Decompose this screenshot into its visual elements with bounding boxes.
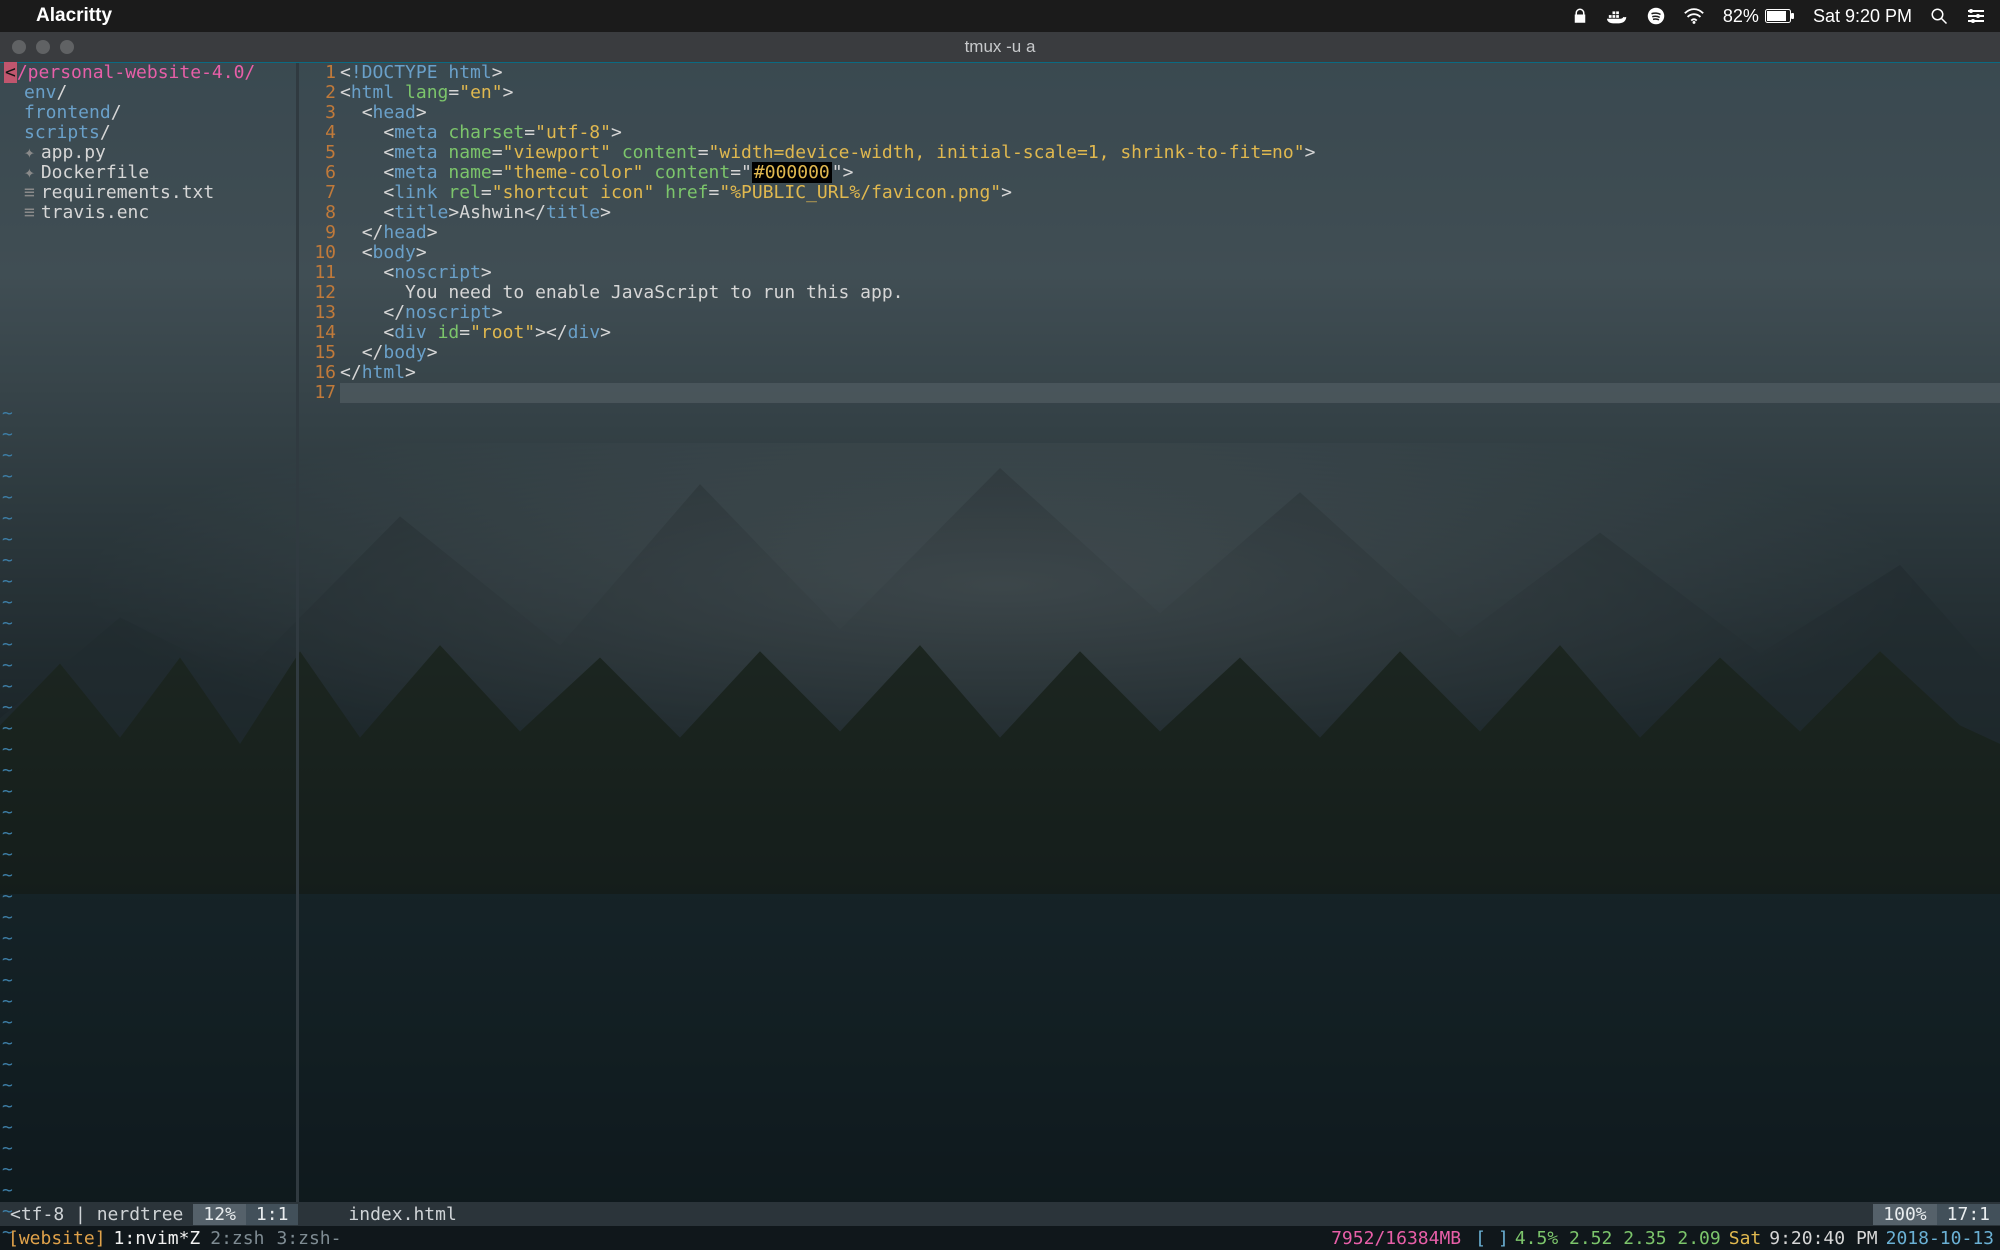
tree-file-travis.enc[interactable]: ≡travis.enc — [4, 203, 296, 223]
spotlight-icon[interactable] — [1930, 7, 1948, 25]
line-number: 17 — [300, 383, 336, 403]
tree-dir-env[interactable]: env/ — [4, 83, 296, 103]
tmux-cpu-load: 4.5% 2.52 2.35 2.09 — [1515, 1228, 1729, 1249]
lock-icon[interactable] — [1571, 7, 1589, 25]
code-line[interactable]: <link rel="shortcut icon" href="%PUBLIC_… — [340, 183, 2000, 203]
tree-dir-scripts[interactable]: scripts/ — [4, 123, 296, 143]
terminal[interactable]: </personal-website-4.0/env/frontend/scri… — [0, 62, 2000, 1250]
line-number: 6 — [300, 163, 336, 183]
line-number: 9 — [300, 223, 336, 243]
tree-file-requirements.txt[interactable]: ≡requirements.txt — [4, 183, 296, 203]
code-line[interactable]: </head> — [340, 223, 2000, 243]
code-line[interactable]: <meta charset="utf-8"> — [340, 123, 2000, 143]
tmux-session[interactable]: [website] — [0, 1228, 114, 1249]
docker-icon[interactable] — [1607, 7, 1629, 25]
status-encoding: <tf-8 | nerdtree — [0, 1204, 193, 1225]
battery-percent: 82% — [1723, 6, 1759, 27]
file-tree[interactable]: </personal-website-4.0/env/frontend/scri… — [0, 63, 300, 1202]
line-number: 8 — [300, 203, 336, 223]
editor-code-area[interactable]: <!DOCTYPE html><html lang="en"> <head> <… — [340, 63, 2000, 1202]
battery-indicator[interactable]: 82% — [1723, 6, 1795, 27]
tmux-date: 2018-10-13 — [1886, 1228, 2000, 1249]
status-percent-right: 100% — [1873, 1204, 1936, 1225]
code-line[interactable]: <html lang="en"> — [340, 83, 2000, 103]
tmux-window-3[interactable]: 3:zsh- — [276, 1228, 353, 1249]
code-line[interactable]: <meta name="theme-color" content="#00000… — [340, 163, 2000, 183]
bracket-open: [ — [1469, 1228, 1492, 1249]
code-line[interactable]: <head> — [340, 103, 2000, 123]
tmux-memory: 7952/16384MB — [1331, 1228, 1469, 1249]
spotify-icon[interactable] — [1647, 7, 1665, 25]
code-line[interactable] — [340, 383, 2000, 403]
status-position-right: 17:1 — [1937, 1204, 2000, 1225]
vertical-split[interactable] — [296, 63, 299, 1202]
line-number: 2 — [300, 83, 336, 103]
tmux-day: Sat — [1729, 1228, 1770, 1249]
status-filename: index.html — [338, 1204, 466, 1225]
macos-menubar: Alacritty 82% Sat 9:20 PM — [0, 0, 2000, 32]
code-line[interactable]: <!DOCTYPE html> — [340, 63, 2000, 83]
window-titlebar: tmux -u a — [0, 32, 2000, 62]
vim-status-line: <tf-8 | nerdtree 12% 1:1 index.html 100%… — [0, 1202, 2000, 1226]
tilde-column: ~~~~~~~~~~~~~~~~~~~~~~~~~~~~~~~~~~~~~~~~ — [2, 403, 13, 1202]
tree-root[interactable]: </personal-website-4.0/ — [4, 63, 296, 83]
wifi-icon[interactable] — [1683, 7, 1705, 25]
tmux-status-bar: [website] 1:nvim*Z2:zsh3:zsh- 7952/16384… — [0, 1226, 2000, 1250]
line-number: 14 — [300, 323, 336, 343]
line-number: 13 — [300, 303, 336, 323]
tree-dir-frontend[interactable]: frontend/ — [4, 103, 296, 123]
code-line[interactable]: </body> — [340, 343, 2000, 363]
menubar-clock[interactable]: Sat 9:20 PM — [1813, 6, 1912, 27]
control-center-icon[interactable] — [1966, 8, 1986, 24]
line-number-gutter: 1234567891011121314151617 — [300, 63, 338, 1202]
line-number: 4 — [300, 123, 336, 143]
code-line[interactable]: </noscript> — [340, 303, 2000, 323]
code-line[interactable]: You need to enable JavaScript to run thi… — [340, 283, 2000, 303]
tmux-window-1[interactable]: 1:nvim*Z — [114, 1228, 211, 1249]
line-number: 15 — [300, 343, 336, 363]
line-number: 7 — [300, 183, 336, 203]
line-number: 12 — [300, 283, 336, 303]
code-line[interactable]: <noscript> — [340, 263, 2000, 283]
line-number: 1 — [300, 63, 336, 83]
window-title: tmux -u a — [0, 37, 2000, 57]
line-number: 5 — [300, 143, 336, 163]
app-name[interactable]: Alacritty — [36, 5, 112, 27]
status-position-left: 1:1 — [246, 1204, 299, 1225]
bracket-close: ] — [1492, 1228, 1515, 1249]
code-line[interactable]: <title>Ashwin</title> — [340, 203, 2000, 223]
tree-file-Dockerfile[interactable]: ✦Dockerfile — [4, 163, 296, 183]
tmux-window-2[interactable]: 2:zsh — [210, 1228, 276, 1249]
line-number: 3 — [300, 103, 336, 123]
code-line[interactable]: <div id="root"></div> — [340, 323, 2000, 343]
code-line[interactable]: </html> — [340, 363, 2000, 383]
line-number: 10 — [300, 243, 336, 263]
status-percent-left: 12% — [193, 1204, 246, 1225]
tree-file-app.py[interactable]: ✦app.py — [4, 143, 296, 163]
line-number: 16 — [300, 363, 336, 383]
line-number: 11 — [300, 263, 336, 283]
tmux-time: 9:20:40 PM — [1769, 1228, 1885, 1249]
code-line[interactable]: <body> — [340, 243, 2000, 263]
code-line[interactable]: <meta name="viewport" content="width=dev… — [340, 143, 2000, 163]
